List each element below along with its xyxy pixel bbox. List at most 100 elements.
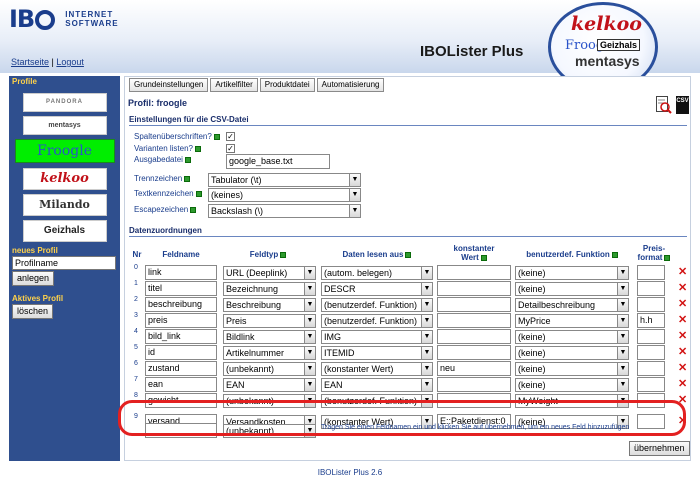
chevron-down-icon[interactable]: ▼ [421,315,432,327]
daten-select[interactable]: (benutzerdef. Funktion) ▼ [321,394,433,408]
feldtyp-select[interactable]: Artikelnummer ▼ [223,346,316,360]
chevron-down-icon[interactable]: ▼ [617,347,628,359]
konstanter-wert-input[interactable] [437,313,511,328]
preisformat-input[interactable]: h.h [637,313,665,328]
chevron-down-icon[interactable]: ▼ [617,267,628,279]
info-icon[interactable] [664,254,671,261]
preisformat-input[interactable] [637,393,665,408]
info-icon[interactable] [184,156,191,163]
chevron-down-icon[interactable]: ▼ [617,315,628,327]
profile-pandora[interactable]: PANDORA [22,93,107,112]
chevron-down-icon[interactable]: ▼ [421,299,432,311]
chevron-down-icon[interactable]: ▼ [304,331,315,343]
funktion-select[interactable]: MyPrice ▼ [515,314,629,328]
info-icon[interactable] [195,190,202,197]
funktion-select[interactable]: (keine) ▼ [515,346,629,360]
chevron-down-icon[interactable]: ▼ [304,315,315,327]
feldname-input[interactable]: zustand [145,361,217,376]
chevron-down-icon[interactable]: ▼ [617,395,628,407]
profile-froogle-active[interactable]: Froogle [14,139,115,163]
info-icon[interactable] [480,254,487,261]
funktion-select[interactable]: (keine) ▼ [515,266,629,280]
feldname-input[interactable]: preis [145,313,217,328]
info-icon[interactable] [611,251,618,258]
preisformat-input[interactable] [637,361,665,376]
chevron-down-icon[interactable]: ▼ [617,283,628,295]
daten-select[interactable]: EAN ▼ [321,378,433,392]
chevron-down-icon[interactable]: ▼ [421,347,432,359]
feldname-input[interactable]: id [145,345,217,360]
konstanter-wert-input[interactable] [437,265,511,280]
ausgabedatei-input[interactable]: google_base.txt [226,154,330,169]
varianten-checkbox[interactable]: ✓ [226,144,235,153]
spalten-checkbox[interactable]: ✓ [226,132,235,141]
feldtyp-select[interactable]: (unbekannt) ▼ [223,362,316,376]
csv-file-icon[interactable]: CSV [676,96,689,114]
delete-x-icon[interactable]: ✕ [678,379,687,390]
konstanter-wert-input[interactable] [437,393,511,408]
chevron-down-icon[interactable]: ▼ [421,331,432,343]
chevron-down-icon[interactable]: ▼ [304,347,315,359]
konstanter-wert-input[interactable]: neu [437,361,511,376]
funktion-select[interactable]: Detailbeschreibung ▼ [515,298,629,312]
info-icon[interactable] [195,145,201,152]
preisformat-input[interactable] [637,414,665,429]
feldtyp-select[interactable]: URL (Deeplink) ▼ [223,266,316,280]
delete-x-icon[interactable]: ✕ [678,347,687,358]
tab-artikelfilter[interactable]: Artikelfilter [210,78,258,92]
daten-select[interactable]: (autom. belegen) ▼ [321,266,433,280]
feldname-input[interactable]: gewicht [145,393,217,408]
feldtyp-select[interactable]: (unbekannt) ▼ [223,394,316,408]
funktion-select[interactable]: (keine) ▼ [515,330,629,344]
info-icon[interactable] [213,133,220,140]
startseite-link[interactable]: Startseite [11,57,49,67]
daten-select[interactable]: ITEMID ▼ [321,346,433,360]
chevron-down-icon[interactable]: ▼ [421,267,432,279]
funktion-select[interactable]: MyWeight ▼ [515,394,629,408]
feldtyp-select[interactable]: Preis ▼ [223,314,316,328]
chevron-down-icon[interactable]: ▼ [304,363,315,375]
feldtyp-select[interactable]: Bildlink ▼ [223,330,316,344]
delete-x-icon[interactable]: ✕ [678,416,687,427]
preisformat-input[interactable] [637,297,665,312]
delete-x-icon[interactable]: ✕ [678,267,687,278]
preisformat-input[interactable] [637,377,665,392]
tab-produktdatei[interactable]: Produktdatei [259,78,315,92]
daten-select[interactable]: (benutzerdef. Funktion) ▼ [321,314,433,328]
chevron-down-icon[interactable]: ▼ [304,267,315,279]
chevron-down-icon[interactable]: ▼ [617,379,628,391]
chevron-down-icon[interactable]: ▼ [421,379,432,391]
profile-geizhals[interactable]: Geizhals [22,220,107,242]
daten-select[interactable]: (konstanter Wert) ▼ [321,362,433,376]
chevron-down-icon[interactable]: ▼ [617,299,628,311]
preisformat-input[interactable] [637,265,665,280]
funktion-select[interactable]: (keine) ▼ [515,378,629,392]
chevron-down-icon[interactable]: ▼ [304,283,315,295]
chevron-down-icon[interactable]: ▼ [304,395,315,407]
preisformat-input[interactable] [637,281,665,296]
new-profile-input[interactable] [12,256,116,270]
profile-kelkoo[interactable]: kelkoo [22,168,107,190]
daten-select[interactable]: IMG ▼ [321,330,433,344]
feldname-input[interactable]: bild_link [145,329,217,344]
delete-profile-button[interactable]: löschen [12,304,54,319]
new-feldname-input[interactable] [145,423,217,438]
feldname-input[interactable]: link [145,265,217,280]
chevron-down-icon[interactable]: ▼ [617,363,628,375]
preisformat-input[interactable] [637,345,665,360]
new-feldtyp-select[interactable]: (unbekannt) ▼ [223,424,316,438]
trennzeichen-select[interactable]: Tabulator (\t) ▼ [208,173,361,187]
tab-automatisierung[interactable]: Automatisierung [316,78,385,92]
delete-x-icon[interactable]: ✕ [678,283,687,294]
feldname-input[interactable]: beschreibung [145,297,217,312]
tab-grundeinstellungen[interactable]: Grundeinstellungen [129,78,209,92]
delete-x-icon[interactable]: ✕ [678,331,687,342]
funktion-select[interactable]: (keine) ▼ [515,282,629,296]
chevron-down-icon[interactable]: ▼ [421,363,432,375]
textkennzeichen-select[interactable]: (keines) ▼ [208,188,361,202]
feldname-input[interactable]: titel [145,281,217,296]
logout-link[interactable]: Logout [56,57,84,67]
escapezeichen-select[interactable]: Backslash (\) ▼ [208,204,361,218]
delete-x-icon[interactable]: ✕ [678,299,687,310]
preisformat-input[interactable] [637,329,665,344]
